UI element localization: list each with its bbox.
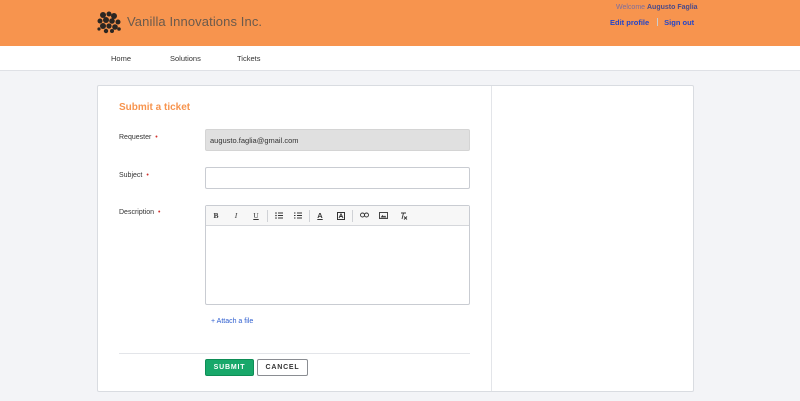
page-title: Submit a ticket (119, 102, 191, 113)
clear-format-icon[interactable] (397, 210, 409, 222)
toolbar-separator (267, 210, 268, 222)
requester-label: Requester • (119, 134, 158, 141)
card-divider-vertical (491, 86, 492, 391)
nav-item-solutions[interactable]: Solutions (170, 54, 201, 63)
subject-label-text: Subject (119, 172, 143, 179)
toolbar-separator (309, 210, 310, 222)
required-mark: • (146, 172, 149, 179)
background-color-icon[interactable] (335, 210, 347, 222)
welcome-prefix: Welcome (616, 4, 646, 11)
requester-label-text: Requester (119, 134, 152, 141)
requester-value: augusto.faglia@gmail.com (210, 136, 299, 145)
description-label-text: Description (119, 209, 155, 216)
subject-input[interactable] (205, 167, 470, 189)
form-divider (119, 353, 470, 354)
cancel-button[interactable]: CANCEL (257, 359, 308, 376)
attach-file-link[interactable]: + Attach a file (211, 318, 253, 325)
nav-item-home[interactable]: Home (111, 54, 131, 63)
underline-button[interactable]: U (250, 210, 262, 222)
requester-field: augusto.faglia@gmail.com (205, 129, 470, 151)
edit-profile-link[interactable]: Edit profile (610, 18, 649, 27)
main-nav: Home Solutions Tickets (0, 46, 800, 71)
bold-button[interactable]: B (210, 210, 222, 222)
editor-toolbar: B I U A (206, 206, 469, 226)
top-header: Vanilla Innovations Inc. Welcome Augusto… (0, 0, 800, 46)
required-mark: • (158, 209, 161, 216)
user-name: Augusto Faglia (647, 4, 698, 11)
link-separator (657, 18, 659, 26)
company-name: Vanilla Innovations Inc. (127, 14, 263, 29)
numbered-list-icon[interactable] (292, 210, 304, 222)
toolbar-separator (352, 210, 353, 222)
description-editor[interactable]: B I U A (205, 205, 470, 305)
subject-label: Subject • (119, 172, 149, 179)
italic-button[interactable]: I (230, 210, 242, 222)
welcome-text: Welcome Augusto Faglia (616, 4, 698, 11)
image-icon[interactable] (377, 210, 389, 222)
user-links: Edit profile Sign out (610, 18, 694, 27)
company-logo-icon[interactable] (96, 10, 122, 34)
bullet-list-icon[interactable] (273, 210, 285, 222)
submit-button[interactable]: SUBMIT (205, 359, 254, 376)
font-color-button[interactable]: A (314, 210, 326, 222)
description-label: Description • (119, 209, 160, 216)
link-icon[interactable] (358, 210, 370, 222)
sign-out-link[interactable]: Sign out (664, 18, 694, 27)
ticket-form-card: Submit a ticket Requester • augusto.fagli… (97, 85, 694, 392)
nav-item-tickets[interactable]: Tickets (237, 54, 260, 63)
required-mark: • (155, 134, 158, 141)
